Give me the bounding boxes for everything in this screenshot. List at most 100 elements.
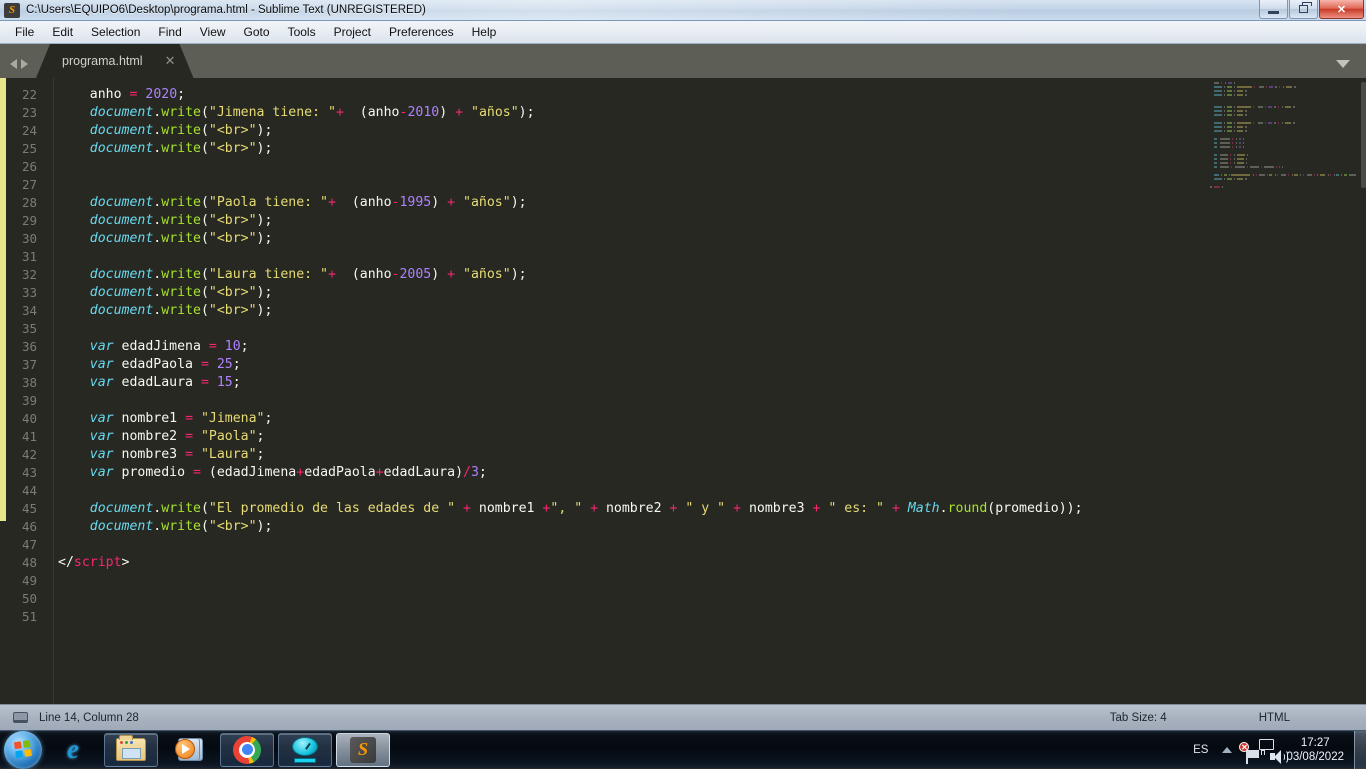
code-line[interactable]: document.write("<br>"); [58, 230, 1210, 248]
show-desktop-button[interactable] [1354, 730, 1366, 769]
minimap-line [1210, 146, 1356, 149]
minimap-line [1210, 114, 1356, 117]
code-line[interactable]: var nombre3 = "Laura"; [58, 446, 1210, 464]
menu-item-tools[interactable]: Tools [279, 22, 325, 42]
code-token: "Laura" [200, 447, 257, 462]
code-line[interactable]: document.write("<br>"); [58, 140, 1210, 158]
start-button[interactable] [4, 730, 42, 769]
minimap-line [1210, 110, 1356, 113]
close-button[interactable]: ✕ [1319, 0, 1364, 19]
taskbar-media-player[interactable] [162, 733, 216, 767]
code-line[interactable]: var edadPaola = 25; [58, 356, 1210, 374]
system-tray: ES ✕ 17:27 03/08/2022 [1193, 730, 1366, 769]
menu-item-preferences[interactable]: Preferences [380, 22, 463, 42]
code-line[interactable] [58, 536, 1210, 554]
tab-programa-html[interactable]: programa.html ✕ [36, 44, 194, 78]
minimap[interactable] [1210, 82, 1356, 192]
code-line[interactable] [58, 248, 1210, 266]
code-line[interactable]: var edadJimena = 10; [58, 338, 1210, 356]
menu-item-edit[interactable]: Edit [43, 22, 82, 42]
menu-item-find[interactable]: Find [149, 22, 190, 42]
code-line[interactable]: document.write("Laura tiene: "+ (anho-20… [58, 266, 1210, 284]
code-token: document [89, 285, 154, 300]
code-token: nombre2 [598, 501, 670, 516]
taskbar-disk-utility[interactable] [278, 732, 332, 767]
code-line[interactable] [58, 176, 1210, 194]
code-line[interactable]: document. write("El promedio de las edade… [58, 500, 1210, 518]
taskbar-sublime-text[interactable]: S [336, 732, 390, 767]
code-line[interactable]: document.write("<br>"); [58, 518, 1210, 536]
code-token: edadLaura) [383, 465, 464, 480]
panel-toggle-icon[interactable] [13, 712, 28, 723]
code-line[interactable] [58, 590, 1210, 608]
syntax-label[interactable]: HTML [1259, 712, 1290, 724]
code-line[interactable] [58, 320, 1210, 338]
line-number: 30 [21, 231, 37, 246]
minimap-line [1210, 186, 1356, 189]
code-line[interactable]: document.write("Jimena tiene: "+ (anho-2… [58, 104, 1210, 122]
tab-overflow-button[interactable] [1336, 60, 1366, 78]
code-line[interactable]: var promedio = (edadJimena+edadPaola+eda… [58, 464, 1210, 482]
code-line[interactable]: document.write("<br>"); [58, 122, 1210, 140]
minimize-icon [1268, 10, 1279, 14]
taskbar-internet-explorer[interactable]: e [46, 733, 100, 767]
menu-item-help[interactable]: Help [463, 22, 506, 42]
code-token: " y " [685, 501, 726, 516]
code-token: document [89, 213, 154, 228]
code-line[interactable] [58, 392, 1210, 410]
code-line[interactable]: var edadLaura = 15; [58, 374, 1210, 392]
code-line[interactable] [58, 572, 1210, 590]
code-line[interactable]: document.write("<br>"); [58, 284, 1210, 302]
window-title-bar[interactable]: S C:\Users\EQUIPO6\Desktop\programa.html… [0, 0, 1366, 21]
taskbar-file-explorer[interactable] [104, 732, 158, 767]
menu-item-file[interactable]: File [6, 22, 43, 42]
code-token: ; [232, 375, 241, 390]
code-line[interactable]: </script> [58, 554, 1210, 572]
tab-size-label[interactable]: Tab Size: 4 [1110, 712, 1167, 724]
code-content[interactable]: anho = 2020; document.write("Jimena tien… [58, 86, 1210, 626]
close-icon: ✕ [1336, 3, 1347, 16]
line-number: 48 [21, 555, 37, 570]
line-number: 43 [21, 465, 37, 480]
minimap-line [1210, 198, 1356, 201]
code-line[interactable] [58, 158, 1210, 176]
code-editor[interactable]: 22 23 24 25 26 27 28 29 30 31 32 33 34 35 36 37 38 39 40 41… [0, 78, 1366, 704]
menu-item-view[interactable]: View [191, 22, 235, 42]
code-line[interactable]: var nombre1 = "Jimena"; [58, 410, 1210, 428]
code-token: 3 [470, 465, 479, 480]
taskbar-google-chrome[interactable] [220, 732, 274, 767]
minimize-button[interactable] [1259, 0, 1288, 19]
line-number: 25 [21, 141, 37, 156]
restore-button[interactable] [1289, 0, 1318, 19]
code-line[interactable] [58, 608, 1210, 626]
line-number: 27 [21, 177, 37, 192]
code-line[interactable]: anho = 2020; [58, 86, 1210, 104]
code-token: (promedio)); [987, 501, 1083, 516]
next-tab-arrow-icon[interactable] [21, 59, 28, 69]
menu-item-selection[interactable]: Selection [82, 22, 149, 42]
minimap-scrollbar[interactable] [1361, 82, 1366, 188]
prev-tab-arrow-icon[interactable] [10, 59, 17, 69]
code-line[interactable]: document.write("<br>"); [58, 212, 1210, 230]
code-token: "<br>" [208, 231, 257, 246]
tab-close-icon[interactable]: ✕ [165, 53, 176, 69]
language-indicator[interactable]: ES [1193, 744, 1208, 756]
code-line[interactable] [58, 482, 1210, 500]
show-hidden-icons-icon[interactable] [1222, 746, 1233, 753]
code-line[interactable]: var nombre2 = "Paola"; [58, 428, 1210, 446]
code-token: + [447, 195, 456, 210]
line-number: 47 [21, 537, 37, 552]
menu-item-goto[interactable]: Goto [235, 22, 279, 42]
code-token: nombre2 [113, 429, 186, 444]
minimap-line [1210, 178, 1356, 181]
code-token: (edadJimena [200, 465, 297, 480]
menu-item-project[interactable]: Project [325, 22, 380, 42]
code-token: 25 [216, 357, 233, 372]
code-line[interactable]: document.write("Paola tiene: "+ (anho-19… [58, 194, 1210, 212]
code-line[interactable]: document.write("<br>"); [58, 302, 1210, 320]
clock[interactable]: 17:27 03/08/2022 [1286, 736, 1344, 764]
line-number: 46 [21, 519, 37, 534]
code-token: ", " [550, 501, 583, 516]
